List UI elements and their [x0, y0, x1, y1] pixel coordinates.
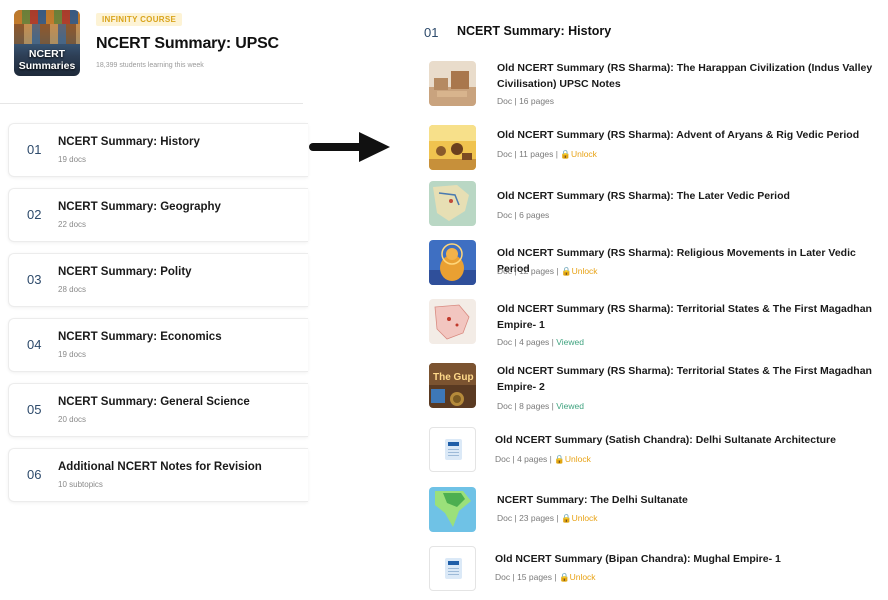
course-title: NCERT Summary: UPSC — [96, 35, 279, 52]
unlock-link[interactable]: Unlock — [565, 454, 591, 464]
india-map-image — [429, 487, 476, 532]
chapter-detail-panel: 01 NCERT Summary: History Old NCERT Summ… — [418, 0, 888, 600]
chapter-name: NCERT Summary: General Science — [58, 396, 250, 408]
svg-text:The Gup: The Gup — [433, 372, 474, 383]
doc-meta: Doc | 12 pages | 🔒Unlock — [497, 266, 598, 276]
doc-title: Old NCERT Summary (RS Sharma): The Harap… — [497, 62, 873, 90]
doc-meta: Doc | 11 pages | 🔒Unlock — [497, 149, 597, 159]
right-arrow-icon — [309, 132, 390, 162]
doc-meta: Doc | 23 pages | 🔒Unlock — [497, 513, 598, 523]
lock-icon: 🔒 — [560, 266, 572, 276]
magadha-map-image — [429, 299, 476, 344]
lock-icon: 🔒 — [554, 454, 565, 464]
chapter-item[interactable]: 04 NCERT Summary: Economics 19 docs — [8, 318, 308, 372]
doc-file-icon — [429, 427, 476, 472]
buddha-image — [429, 240, 476, 285]
chapter-count: 22 docs — [58, 220, 87, 229]
unlock-link[interactable]: Unlock — [572, 513, 598, 523]
unlock-link[interactable]: Unlock — [572, 266, 598, 276]
chapter-number: 01 — [27, 142, 42, 157]
lock-icon: 🔒 — [560, 513, 572, 523]
detail-chapter-number: 01 — [424, 25, 439, 40]
viewed-status: Viewed — [556, 337, 584, 347]
chapter-name: NCERT Summary: Economics — [58, 331, 222, 343]
doc-title: Old NCERT Summary (Satish Chandra): Delh… — [495, 434, 836, 446]
course-header: NCERT Summaries INFINITY COURSE NCERT Su… — [14, 10, 303, 80]
chapter-count: 19 docs — [58, 155, 87, 164]
chapter-item[interactable]: 01 NCERT Summary: History 19 docs — [8, 123, 308, 177]
lock-icon: 🔒 — [560, 149, 571, 159]
chapter-count: 10 subtopics — [58, 480, 103, 489]
doc-title: Old NCERT Summary (RS Sharma): Territori… — [497, 303, 872, 331]
chapter-item[interactable]: 02 NCERT Summary: Geography 22 docs — [8, 188, 308, 242]
unlock-link[interactable]: Unlock — [570, 572, 596, 582]
chapter-number: 04 — [27, 337, 42, 352]
doc-meta: Doc | 6 pages — [497, 210, 550, 220]
harappa-image — [429, 61, 476, 106]
chapter-count: 19 docs — [58, 350, 87, 359]
chapter-name: NCERT Summary: Polity — [58, 266, 192, 278]
lock-icon: 🔒 — [558, 572, 570, 582]
course-panel: NCERT Summaries INFINITY COURSE NCERT Su… — [0, 0, 308, 600]
chapter-name: NCERT Summary: History — [58, 136, 200, 148]
course-thumbnail[interactable]: NCERT Summaries — [14, 10, 80, 76]
detail-chapter-title: NCERT Summary: History — [457, 24, 612, 38]
doc-file-icon — [429, 546, 476, 591]
course-badge: INFINITY COURSE — [96, 13, 183, 26]
unlock-link[interactable]: Unlock — [571, 149, 597, 159]
chapter-item[interactable]: 06 Additional NCERT Notes for Revision 1… — [8, 448, 308, 502]
doc-meta: Doc | 4 pages | 🔒Unlock — [495, 454, 591, 464]
doc-title: Old NCERT Summary (Bipan Chandra): Mugha… — [495, 553, 781, 565]
doc-meta: Doc | 15 pages | 🔒Unlock — [495, 572, 596, 582]
chapter-number: 06 — [27, 467, 42, 482]
chapter-count: 28 docs — [58, 285, 87, 294]
chapter-item[interactable]: 05 NCERT Summary: General Science 20 doc… — [8, 383, 308, 437]
chapter-number: 02 — [27, 207, 42, 222]
course-thumbnail-text: NCERT Summaries — [18, 48, 76, 72]
doc-meta: Doc | 4 pages | Viewed — [497, 337, 584, 347]
doc-title: Old NCERT Summary (RS Sharma): The Later… — [497, 190, 790, 202]
vedic-map-image — [429, 181, 476, 226]
doc-title: Old NCERT Summary (RS Sharma): Territori… — [497, 365, 872, 393]
doc-meta: Doc | 8 pages | Viewed — [497, 401, 584, 411]
chapter-name: Additional NCERT Notes for Revision — [58, 461, 262, 473]
chapter-count: 20 docs — [58, 415, 87, 424]
doc-title: NCERT Summary: The Delhi Sultanate — [497, 494, 688, 506]
doc-meta: Doc | 16 pages — [497, 96, 555, 106]
chapter-number: 05 — [27, 402, 42, 417]
chapter-item[interactable]: 03 NCERT Summary: Polity 28 docs — [8, 253, 308, 307]
divider — [0, 103, 303, 104]
gupta-image: The Gup — [429, 363, 476, 408]
chapter-number: 03 — [27, 272, 42, 287]
aryans-image — [429, 125, 476, 170]
course-learners-count: 18,399 students learning this week — [96, 62, 204, 69]
chapter-name: NCERT Summary: Geography — [58, 201, 221, 213]
doc-title: Old NCERT Summary (RS Sharma): Advent of… — [497, 129, 860, 141]
viewed-status: Viewed — [556, 401, 584, 411]
